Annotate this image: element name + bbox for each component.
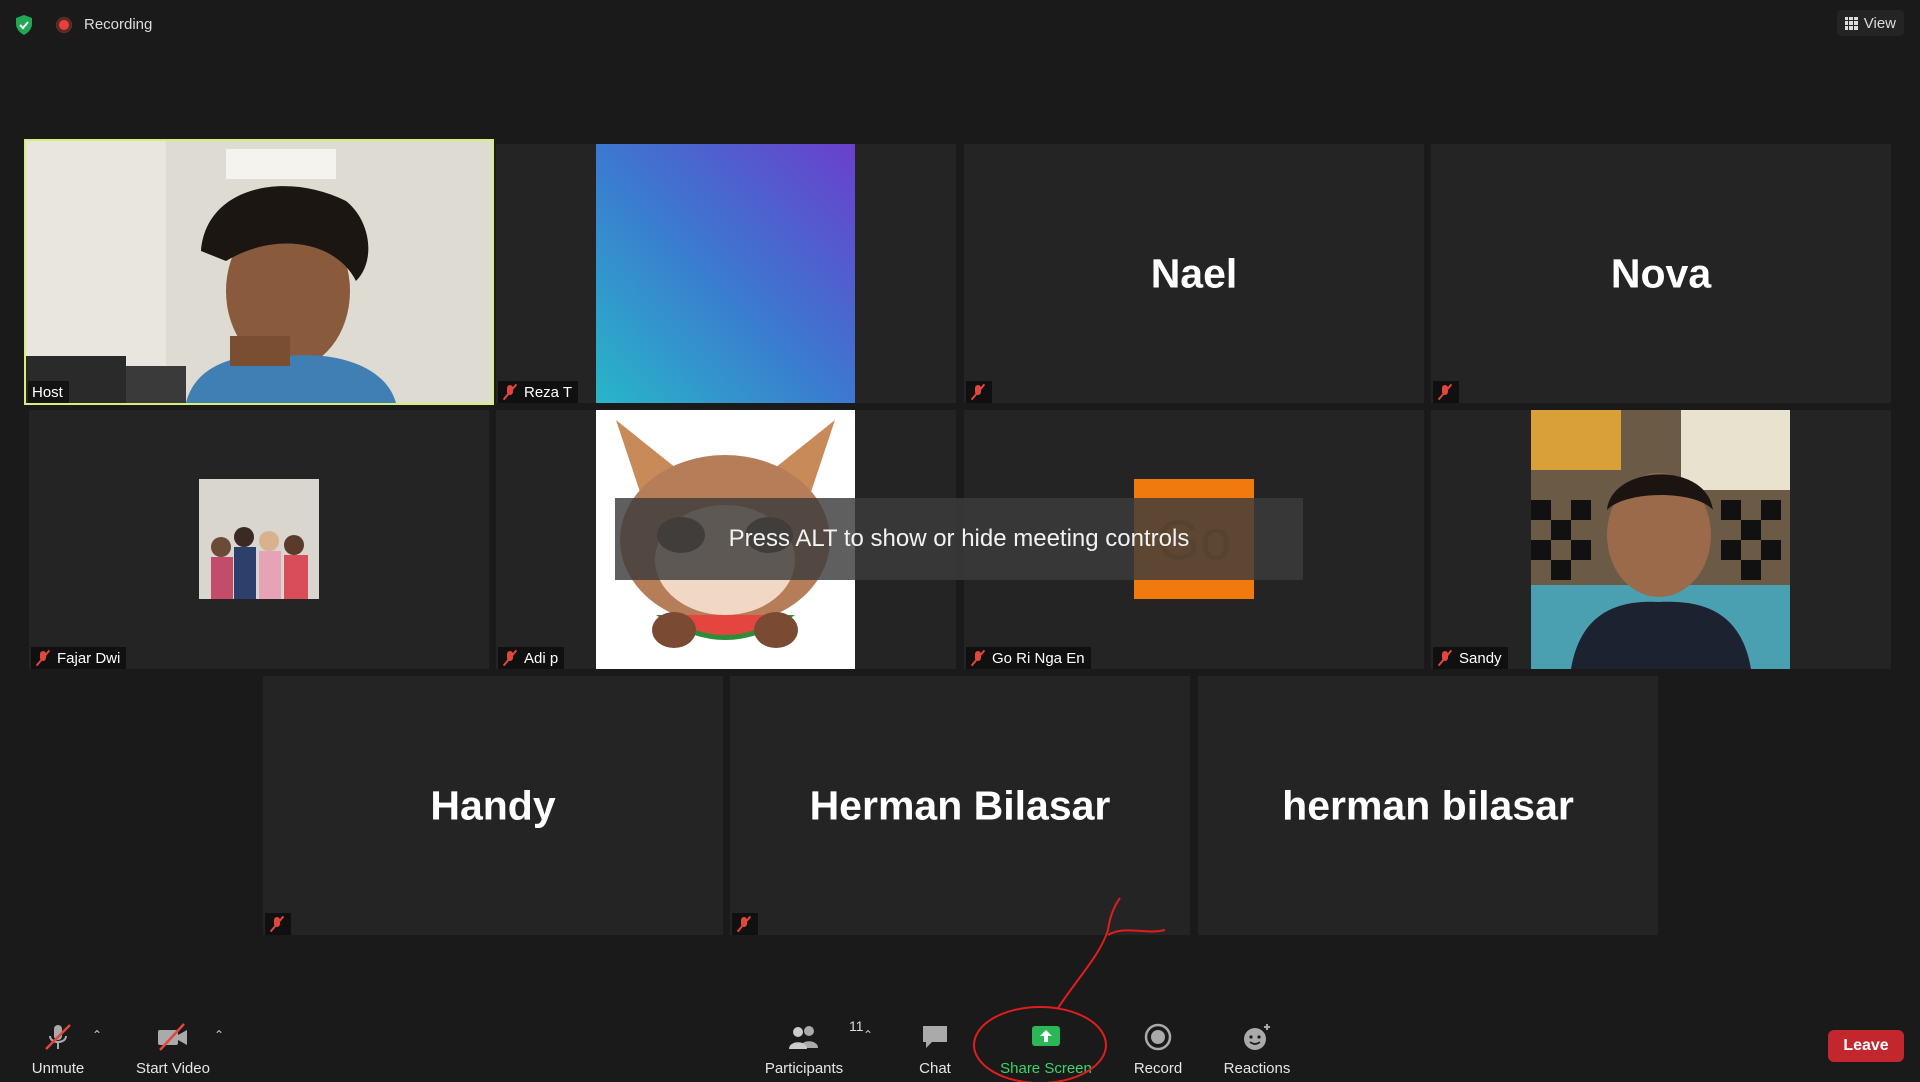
recording-icon xyxy=(56,16,72,33)
audio-options-chevron-icon[interactable]: ⌃ xyxy=(92,1028,102,1042)
video-tile-sandy[interactable]: Sandy xyxy=(1431,410,1891,669)
encryption-shield-icon[interactable] xyxy=(14,14,34,36)
reza-avatar-image xyxy=(596,144,855,403)
reactions-emoji-icon xyxy=(1244,1024,1270,1050)
participants-label: Participants xyxy=(764,1060,844,1077)
tile-label-nael xyxy=(966,381,992,403)
video-tile-nael[interactable]: Nael xyxy=(964,144,1424,403)
video-tile-herman-2[interactable]: herman bilasar xyxy=(1198,676,1658,935)
grid-view-icon xyxy=(1844,16,1858,30)
tile-label-host: Host xyxy=(28,381,69,403)
participant-name-herman-2: herman bilasar xyxy=(1282,782,1574,828)
participant-name-nova: Nova xyxy=(1610,250,1712,296)
participant-name-nael: Nael xyxy=(1150,250,1238,296)
tile-label-handy xyxy=(265,913,291,935)
record-icon xyxy=(1144,1023,1172,1051)
tile-label-gori: Go Ri Nga En xyxy=(966,647,1091,669)
video-off-icon xyxy=(158,1023,187,1051)
muted-mic-icon xyxy=(502,384,518,400)
participant-name-herman-1: Herman Bilasar xyxy=(809,782,1111,828)
reactions-button[interactable]: Reactions xyxy=(1220,1002,1294,1082)
participants-options-chevron-icon[interactable]: ⌃ xyxy=(863,1028,873,1042)
muted-mic-icon xyxy=(269,916,285,932)
record-label: Record xyxy=(1133,1060,1183,1077)
unmute-label: Unmute xyxy=(31,1060,85,1077)
video-tile-reza[interactable]: Reza T xyxy=(496,144,956,403)
tile-name-gori: Go Ri Nga En xyxy=(992,649,1085,667)
record-button[interactable]: Record xyxy=(1130,1002,1186,1082)
view-label: View xyxy=(1863,14,1896,32)
start-video-button[interactable]: Start Video xyxy=(133,1002,213,1082)
tile-name-adi: Adi p xyxy=(524,649,559,667)
top-bar: Recording View xyxy=(0,0,1920,48)
video-tile-handy[interactable]: Handy xyxy=(263,676,723,935)
chat-label: Chat xyxy=(919,1060,951,1077)
muted-mic-icon xyxy=(1437,384,1453,400)
host-video-feed xyxy=(26,141,492,403)
tile-label-nova xyxy=(1433,381,1459,403)
reactions-label: Reactions xyxy=(1223,1060,1291,1077)
muted-mic-icon xyxy=(502,650,518,666)
video-tile-herman-1[interactable]: Herman Bilasar xyxy=(730,676,1190,935)
participants-icon xyxy=(789,1026,818,1049)
chat-button[interactable]: Chat xyxy=(910,1002,960,1082)
sandy-video-feed xyxy=(1531,410,1790,669)
tile-label-sandy: Sandy xyxy=(1433,647,1508,669)
tile-label-herman-1 xyxy=(732,913,758,935)
tile-name-fajar: Fajar Dwi xyxy=(57,649,121,667)
video-options-chevron-icon[interactable]: ⌃ xyxy=(214,1028,224,1042)
tile-label-adi: Adi p xyxy=(498,647,565,669)
muted-mic-icon xyxy=(35,650,51,666)
tile-name-host: Host xyxy=(32,383,63,401)
muted-mic-icon xyxy=(970,384,986,400)
video-tile-fajar[interactable]: Fajar Dwi xyxy=(29,410,489,669)
muted-mic-icon xyxy=(1437,650,1453,666)
meeting-toolbar: Unmute ⌃ Start Video ⌃ 11 Participants ⌃ xyxy=(0,1002,1920,1082)
leave-button[interactable]: Leave xyxy=(1828,1030,1904,1062)
tile-label-reza: Reza T xyxy=(498,381,579,403)
share-screen-label: Share Screen xyxy=(1000,1060,1092,1077)
fajar-avatar-image xyxy=(199,479,319,599)
tile-name-sandy: Sandy xyxy=(1459,649,1502,667)
muted-mic-icon xyxy=(736,916,752,932)
video-tile-host[interactable]: Host xyxy=(24,139,494,405)
participants-count: 11 xyxy=(849,1018,864,1034)
muted-mic-icon xyxy=(970,650,986,666)
chat-icon xyxy=(923,1026,947,1048)
video-tile-nova[interactable]: Nova xyxy=(1431,144,1891,403)
share-screen-button[interactable]: Share Screen xyxy=(998,1002,1094,1082)
recording-indicator[interactable]: Recording xyxy=(56,16,152,33)
participants-button[interactable]: 11 Participants xyxy=(762,1002,864,1082)
keyboard-hint-overlay: Press ALT to show or hide meeting contro… xyxy=(615,498,1303,580)
view-button[interactable]: View xyxy=(1836,10,1904,36)
unmute-button[interactable]: Unmute xyxy=(28,1002,88,1082)
share-screen-icon xyxy=(1032,1026,1060,1046)
tile-name-reza: Reza T xyxy=(524,383,573,401)
keyboard-hint-text: Press ALT to show or hide meeting contro… xyxy=(728,525,1190,552)
participant-name-handy: Handy xyxy=(430,782,556,828)
start-video-label: Start Video xyxy=(136,1060,210,1077)
muted-microphone-icon xyxy=(45,1024,71,1050)
recording-label: Recording xyxy=(84,16,153,33)
tile-label-fajar: Fajar Dwi xyxy=(31,647,127,669)
